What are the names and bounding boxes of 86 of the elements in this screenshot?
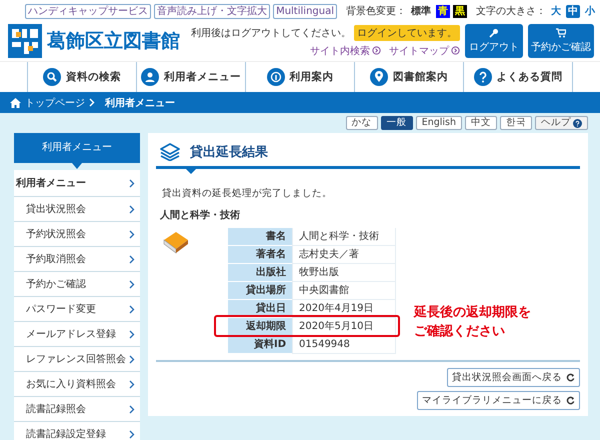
sidebar-item[interactable]: 貸出状況照会	[14, 197, 140, 222]
sidebar-item[interactable]: お気に入り資料照会	[14, 372, 140, 397]
header-button[interactable]: ログアウト	[465, 24, 523, 58]
color-option[interactable]: 青	[436, 4, 450, 18]
page-title: 貸出延長結果	[190, 144, 268, 161]
library-title: 葛飾区立図書館	[47, 29, 180, 54]
color-option[interactable]: 黒	[453, 4, 467, 18]
color-option[interactable]: 標準	[409, 4, 433, 18]
detail-value: 2020年5月10日	[292, 318, 396, 336]
site-link[interactable]: サイト内検索	[310, 44, 381, 58]
sidebar-item[interactable]: 読書記録設定登録	[14, 422, 140, 440]
person-icon	[141, 68, 159, 86]
chevron-icon	[129, 404, 135, 414]
language-tab[interactable]: 한국	[500, 116, 532, 130]
detail-label: 出版社	[228, 264, 292, 282]
font-size-option[interactable]: 中	[566, 4, 580, 18]
header-button[interactable]: 予約かご確認	[528, 24, 594, 58]
layers-icon	[160, 143, 180, 161]
font-size-option[interactable]: 大	[549, 4, 563, 18]
background-color-label: 背景色変更：	[346, 4, 406, 18]
login-status-badge: ログインしています。	[354, 24, 460, 40]
detail-value: 2020年4月19日	[292, 300, 396, 318]
annotation-text: 延長後の返却期限を	[414, 304, 531, 321]
info-icon	[266, 68, 284, 86]
header-link[interactable]: Multilingual	[273, 4, 337, 18]
breadcrumb-link[interactable]: トップページ	[25, 96, 85, 110]
map-pin-icon	[370, 68, 388, 86]
sidebar-header: 利用者メニュー	[14, 133, 140, 169]
chevron-icon	[129, 354, 135, 364]
sidebar-item[interactable]: 読書記録照会	[14, 397, 140, 422]
detail-value: 牧野出版	[292, 264, 396, 282]
key-icon	[489, 28, 499, 38]
chevron-icon	[129, 230, 135, 238]
arrow-circle-icon	[451, 46, 460, 55]
search-icon	[43, 68, 61, 86]
cart-icon	[556, 28, 566, 38]
sidebar-item[interactable]: 予約取消照会	[14, 247, 140, 272]
header-link[interactable]: 音声読み上げ・文字拡大	[154, 4, 270, 18]
language-tab[interactable]: かな	[346, 116, 378, 130]
home-icon	[10, 98, 21, 108]
chevron-icon	[129, 280, 135, 288]
refresh-icon	[566, 373, 575, 382]
logo-icon	[8, 24, 42, 58]
detail-label: 貸出場所	[228, 282, 292, 300]
language-tab[interactable]: 一般	[380, 116, 413, 130]
detail-label: 資料ID	[228, 336, 292, 354]
detail-label: 著者名	[228, 246, 292, 264]
header-link[interactable]: ハンディキャップサービス	[25, 4, 152, 18]
detail-label: 返却期限	[228, 318, 292, 336]
question-icon	[474, 68, 492, 86]
sidebar-item[interactable]: 予約状況照会	[14, 222, 140, 247]
detail-label: 書名	[228, 228, 292, 246]
sidebar-item[interactable]: レファレンス回答照会	[14, 347, 140, 372]
language-tab[interactable]: 中文	[465, 116, 497, 130]
result-message: 貸出資料の延長処理が完了しました。	[162, 187, 333, 200]
annotation-text: ご確認ください	[414, 323, 506, 340]
chevron-icon	[129, 178, 135, 188]
font-size-label: 文字の大きさ：	[476, 4, 546, 18]
chevron-icon	[129, 380, 135, 388]
language-tab[interactable]: English	[416, 116, 462, 130]
site-link[interactable]: サイトマップ	[389, 44, 460, 58]
help-button[interactable]: ヘルプ	[535, 116, 588, 130]
detail-value: 中央図書館	[292, 282, 396, 300]
chevron-icon	[129, 304, 135, 314]
sidebar-item[interactable]: パスワード変更	[14, 297, 140, 322]
chevron-icon	[129, 330, 135, 338]
chevron-icon	[89, 98, 95, 107]
back-button[interactable]: 貸出状況照会画面へ戻る	[447, 368, 580, 387]
chevron-icon	[129, 254, 135, 264]
detail-value: 人間と科学・技術	[292, 228, 396, 246]
breadcrumb-current: 利用者メニュー	[105, 96, 175, 110]
back-button[interactable]: マイライブラリメニューに戻る	[417, 391, 580, 410]
chevron-icon	[129, 204, 135, 214]
book-title: 人間と科学・技術	[160, 208, 241, 222]
book-icon	[162, 230, 190, 254]
sidebar-item[interactable]: 予約かご確認	[14, 272, 140, 297]
arrow-circle-icon	[372, 46, 381, 55]
sidebar-item[interactable]: 利用者メニュー	[14, 170, 140, 197]
sidebar-item[interactable]: メールアドレス登録	[14, 322, 140, 347]
font-size-option[interactable]: 小	[583, 4, 597, 18]
detail-value: 01549948	[292, 336, 396, 354]
chevron-icon	[129, 430, 135, 438]
help-icon	[573, 118, 582, 128]
logout-note: 利用後はログアウトしてください。	[191, 26, 351, 40]
detail-value: 志村史夫／著	[292, 246, 396, 264]
refresh-icon	[566, 396, 575, 405]
